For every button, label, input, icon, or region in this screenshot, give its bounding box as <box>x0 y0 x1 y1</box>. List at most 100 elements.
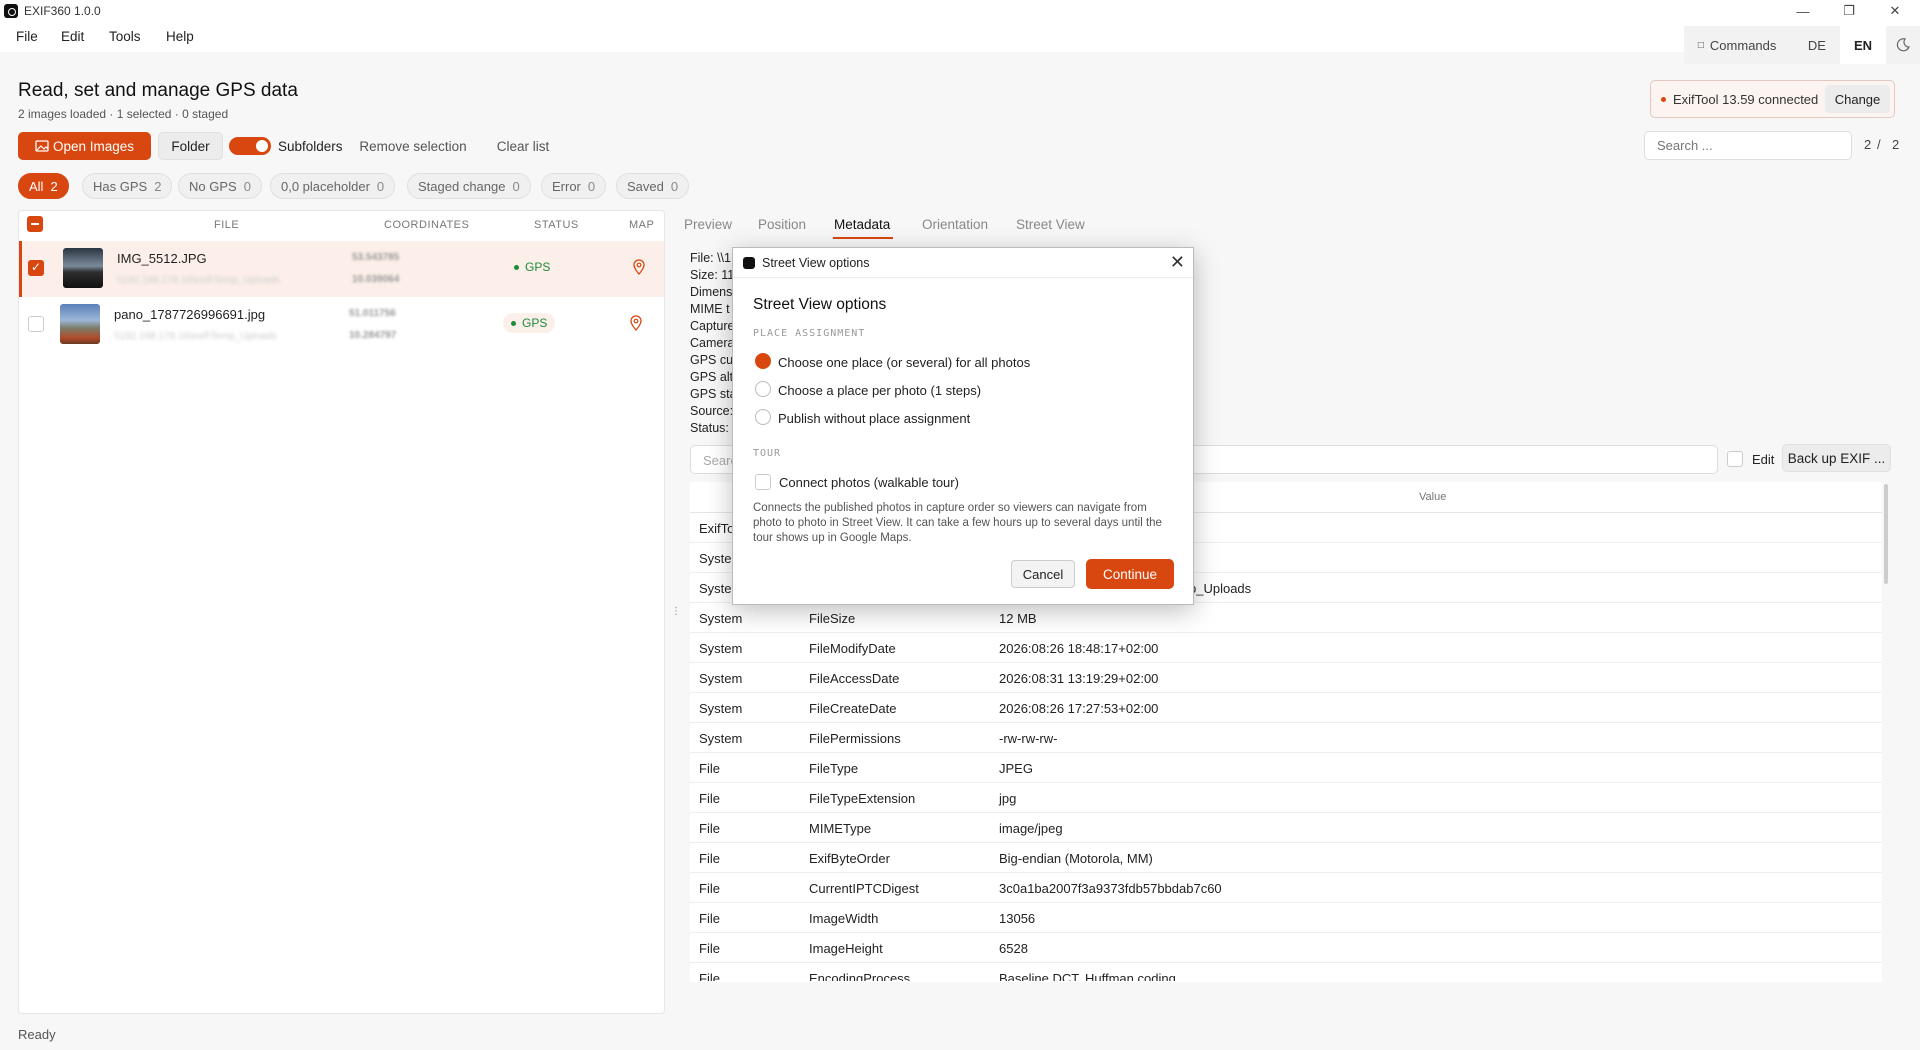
clear-list-button[interactable]: Clear list <box>490 132 556 160</box>
filter-has-gps-chip[interactable]: Has GPS 2 <box>82 173 173 199</box>
chip-count: 2 <box>154 178 162 194</box>
open-images-button[interactable]: Open Images <box>18 132 151 160</box>
file-name: pano_1787726996691.jpg <box>114 307 266 322</box>
menu-tools[interactable]: Tools <box>109 29 141 44</box>
connect-photos-label[interactable]: Connect photos (walkable tour) <box>779 475 959 490</box>
row-value: 3c0a1ba2007f3a9373fdb57bbdab7c60 <box>999 881 1222 896</box>
radio-per-photo[interactable] <box>755 381 771 397</box>
filter-all-chip[interactable]: All 2 <box>18 173 69 199</box>
file-path: \\192.168.178.16\exif\Temp_Uploads <box>114 331 277 342</box>
row-group: File <box>699 971 720 981</box>
row-group: ExifTo <box>699 521 735 536</box>
row-value: 2026:08:26 17:27:53+02:00 <box>999 701 1159 716</box>
chip-label: Has GPS <box>93 178 148 194</box>
row-value: p_Uploads <box>1189 581 1252 596</box>
map-pin-icon[interactable] <box>633 259 645 275</box>
remove-selection-button[interactable]: Remove selection <box>356 132 470 160</box>
radio-no-place[interactable] <box>755 409 771 425</box>
filter-placeholder-chip[interactable]: 0,0 placeholder 0 <box>270 173 396 199</box>
map-pin-icon[interactable] <box>630 315 642 331</box>
row-group: File <box>699 761 720 776</box>
tab-orientation[interactable]: Orientation <box>922 217 988 232</box>
chip-count: 2 <box>50 178 58 194</box>
info-line: Capture <box>690 319 735 333</box>
folder-button[interactable]: Folder <box>158 132 223 160</box>
chip-count: 0 <box>376 178 385 194</box>
backup-exif-button[interactable]: Back up EXIF ... <box>1782 444 1891 472</box>
row-group: System <box>699 701 743 716</box>
table-row: System FileAccessDate 2026:08:31 13:19:29+… <box>690 663 1882 693</box>
lang-en-button[interactable]: EN <box>1839 26 1886 64</box>
subfolders-toggle[interactable] <box>229 137 271 155</box>
page-total: 2 <box>1892 137 1900 152</box>
row-value: 13056 <box>999 911 1036 926</box>
tab-position[interactable]: Position <box>758 217 806 232</box>
row-checkbox[interactable] <box>28 260 44 276</box>
filter-no-gps-chip[interactable]: No GPS 0 <box>178 173 262 199</box>
connect-photos-checkbox[interactable] <box>755 474 771 490</box>
metadata-scrollbar[interactable] <box>1884 484 1888 584</box>
row-group: System <box>699 731 743 746</box>
row-tag: FilePermissions <box>809 731 901 746</box>
row-tag: ExifByteOrder <box>809 851 890 866</box>
row-value: -rw-rw-rw- <box>999 731 1058 746</box>
status-bar: Ready <box>18 1027 56 1042</box>
minimize-icon[interactable]: — <box>1780 0 1826 22</box>
option-per-photo-label[interactable]: Choose a place per photo (1 steps) <box>778 383 981 398</box>
change-exiftool-button[interactable]: Change <box>1825 85 1890 113</box>
dialog-titlebar: Street View options ✕ <box>733 248 1193 278</box>
tab-preview[interactable]: Preview <box>684 217 732 232</box>
close-window-icon[interactable]: ✕ <box>1872 0 1918 22</box>
select-all-checkbox[interactable] <box>27 216 43 232</box>
tab-street-view[interactable]: Street View <box>1016 217 1085 232</box>
col-header-map: MAP <box>629 219 655 231</box>
option-no-place-label[interactable]: Publish without place assignment <box>778 411 970 426</box>
latitude: 53.543785 <box>352 252 400 263</box>
option-one-place-label[interactable]: Choose one place (or several) for all ph… <box>778 355 1030 370</box>
menu-edit[interactable]: Edit <box>61 29 84 44</box>
row-tag: ImageHeight <box>809 941 883 956</box>
status-text: GPS <box>522 316 548 330</box>
chip-label: Error <box>552 178 581 194</box>
status-dot <box>1661 96 1666 102</box>
menu-help[interactable]: Help <box>166 29 194 44</box>
edit-checkbox[interactable] <box>1727 451 1743 467</box>
commands-button[interactable]: □ Commands <box>1683 26 1794 64</box>
latitude: 51.011756 <box>349 308 396 319</box>
close-icon[interactable]: ✕ <box>1170 252 1185 273</box>
row-tag: MIMEType <box>809 821 872 836</box>
col-header-file: FILE <box>214 219 240 231</box>
table-row[interactable]: pano_1787726996691.jpg \\192.168.178.16\… <box>19 297 664 353</box>
chip-label: Staged change <box>418 178 506 194</box>
table-row[interactable]: IMG_5512.JPG \\192.168.178.16\exif\Temp_… <box>19 241 664 297</box>
street-view-options-dialog: Street View options ✕ Street View option… <box>732 247 1194 605</box>
tab-metadata[interactable]: Metadata <box>834 217 890 232</box>
row-group: File <box>699 821 720 836</box>
image-icon <box>35 140 49 152</box>
row-value: Baseline DCT, Huffman coding <box>999 971 1176 981</box>
app-logo-icon <box>4 4 18 18</box>
row-value: image/jpeg <box>999 821 1063 836</box>
commands-label: Commands <box>1709 37 1777 53</box>
cancel-button[interactable]: Cancel <box>1011 560 1075 588</box>
info-line: Status: <box>690 421 729 435</box>
row-checkbox[interactable] <box>28 316 44 332</box>
restore-icon[interactable]: ❐ <box>1826 0 1872 22</box>
radio-one-place[interactable] <box>755 353 771 369</box>
row-value: 6528 <box>999 941 1028 956</box>
row-value: 2026:08:26 18:48:17+02:00 <box>999 641 1159 656</box>
row-group: File <box>699 851 720 866</box>
moon-icon[interactable] <box>1886 26 1920 64</box>
filter-staged-chip[interactable]: Staged change 0 <box>407 173 531 199</box>
panel-splitter[interactable]: ⋮ <box>671 606 681 617</box>
menu-file[interactable]: File <box>16 29 38 44</box>
search-input[interactable] <box>1644 131 1852 160</box>
info-line: Dimens <box>690 285 733 299</box>
table-row: File FileType JPEG <box>690 753 1882 783</box>
continue-button[interactable]: Continue <box>1086 559 1174 589</box>
lang-de-button[interactable]: DE <box>1793 26 1840 64</box>
info-line: GPS cur <box>690 353 738 367</box>
chip-count: 0 <box>587 178 596 194</box>
filter-error-chip[interactable]: Error 0 <box>541 173 607 199</box>
filter-saved-chip[interactable]: Saved 0 <box>616 173 690 199</box>
